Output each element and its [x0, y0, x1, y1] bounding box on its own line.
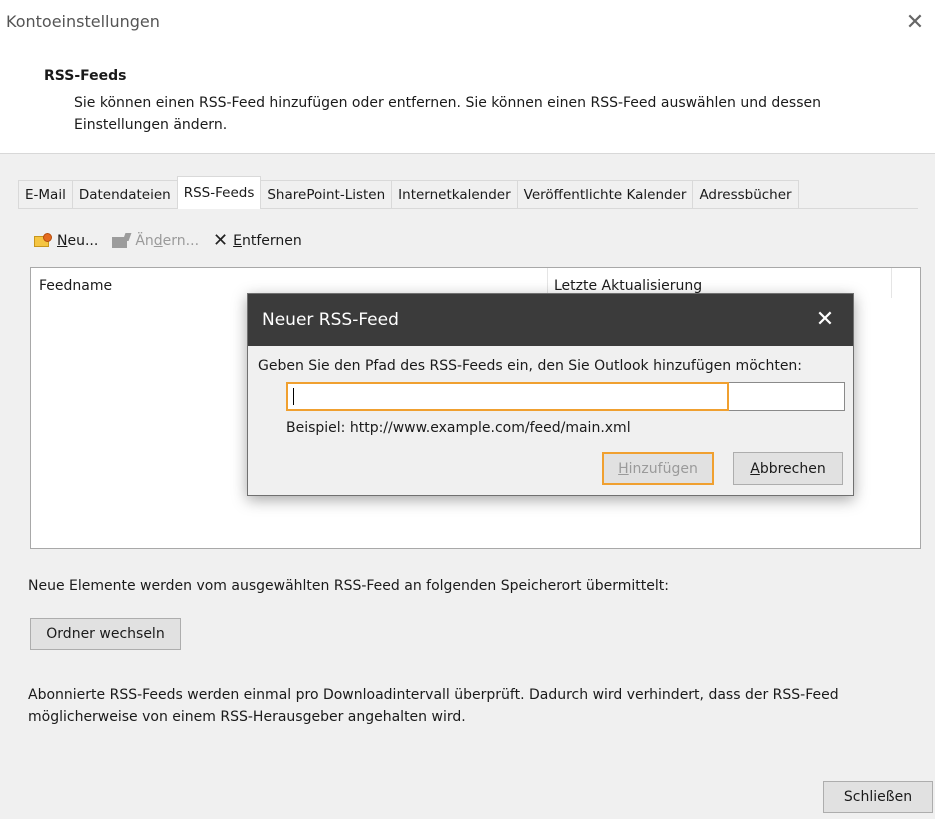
feed-toolbar: Neu... Ändern... ✕ Entfernen	[34, 228, 302, 254]
tab-rss-feeds[interactable]: RSS-Feeds	[176, 176, 262, 209]
tab-sharepoint-lists[interactable]: SharePoint-Listen	[260, 180, 393, 209]
window-title: Kontoeinstellungen	[6, 12, 160, 31]
page-title: RSS-Feeds	[44, 68, 127, 84]
remove-feed-button[interactable]: ✕ Entfernen	[213, 232, 302, 250]
new-rss-feed-dialog: Neuer RSS-Feed ✕ Geben Sie den Pfad des …	[247, 293, 854, 496]
change-folder-button[interactable]: Ordner wechseln	[30, 618, 181, 650]
edit-feed-button[interactable]: Ändern...	[112, 233, 199, 249]
column-divider	[891, 268, 892, 298]
dialog-prompt: Geben Sie den Pfad des RSS-Feeds ein, de…	[258, 358, 803, 374]
page-description: Sie können einen RSS-Feed hinzufügen ode…	[74, 95, 821, 133]
tab-published-calendars[interactable]: Veröffentlichte Kalender	[516, 180, 694, 209]
feed-url-input[interactable]	[286, 382, 845, 411]
text-caret	[293, 388, 294, 405]
column-header-last-update[interactable]: Letzte Aktualisierung	[554, 278, 702, 294]
new-label-key: N	[57, 233, 68, 249]
cancel-label: bbrechen	[759, 460, 826, 477]
remove-label: ntfernen	[241, 233, 302, 249]
close-icon[interactable]: ✕	[902, 10, 928, 36]
tab-strip: E-Mail Datendateien RSS-Feeds SharePoint…	[18, 176, 799, 209]
cancel-button[interactable]: Abbrechen	[733, 452, 843, 485]
edit-label-key: d	[153, 233, 163, 249]
close-button[interactable]: Schließen	[823, 781, 933, 813]
edit-icon	[112, 233, 132, 249]
tab-internet-calendars[interactable]: Internetkalender	[391, 180, 518, 209]
new-label: eu...	[67, 233, 99, 249]
add-label: inzufügen	[628, 460, 698, 477]
add-label-key: H	[618, 460, 629, 477]
tab-data-files[interactable]: Datendateien	[71, 180, 178, 209]
remove-label-key: E	[233, 233, 242, 249]
close-icon[interactable]: ✕	[812, 307, 838, 333]
tab-email[interactable]: E-Mail	[18, 180, 73, 209]
new-feed-button[interactable]: Neu...	[34, 233, 98, 249]
cancel-label-key: A	[750, 460, 760, 477]
dialog-title: Neuer RSS-Feed	[262, 310, 399, 330]
edit-label-prefix: Än	[135, 233, 154, 249]
example-text: Beispiel: http://www.example.com/feed/ma…	[286, 420, 631, 436]
subscription-info-text: Abonnierte RSS-Feeds werden einmal pro D…	[28, 687, 839, 725]
add-button[interactable]: Hinzufügen	[602, 452, 714, 485]
column-header-feedname[interactable]: Feedname	[39, 278, 112, 294]
edit-label: ern...	[162, 233, 200, 249]
delivery-info-text: Neue Elemente werden vom ausgewählten RS…	[28, 578, 669, 594]
rss-feed-icon	[34, 233, 52, 249]
remove-x-icon: ✕	[213, 230, 229, 251]
tab-address-books[interactable]: Adressbücher	[692, 180, 799, 209]
